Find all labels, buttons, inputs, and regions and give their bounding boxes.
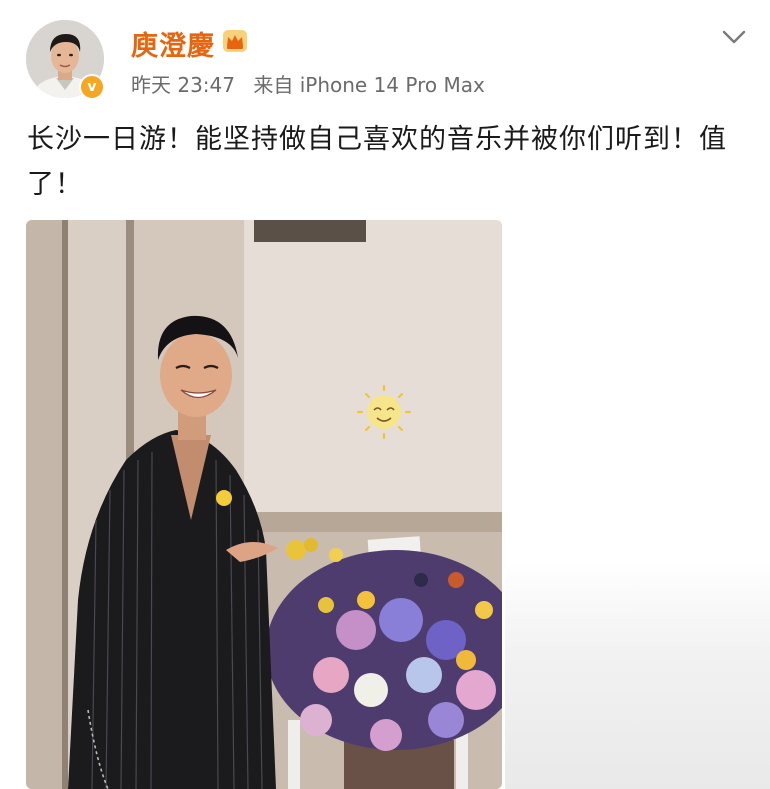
post-time: 昨天 23:47: [131, 73, 235, 97]
post-meta: 昨天 23:47 来自 iPhone 14 Pro Max: [131, 69, 497, 98]
verified-badge-icon: v: [79, 74, 105, 100]
post-text: 长沙一日游！能坚持做自己喜欢的音乐并被你们听到！值了！: [27, 124, 727, 200]
weibo-post-card: v 庾澄慶 昨天 23:47 来自 iPhone 14 Pro Max 长沙一日…: [0, 0, 770, 789]
chevron-down-icon[interactable]: [720, 26, 748, 48]
crown-icon: [223, 30, 247, 52]
background-fade: [505, 560, 770, 789]
post-source[interactable]: 来自 iPhone 14 Pro Max: [253, 73, 484, 97]
verified-badge-label: v: [87, 79, 97, 95]
post-photo[interactable]: [26, 220, 502, 789]
author-name[interactable]: 庾澄慶: [131, 24, 215, 63]
